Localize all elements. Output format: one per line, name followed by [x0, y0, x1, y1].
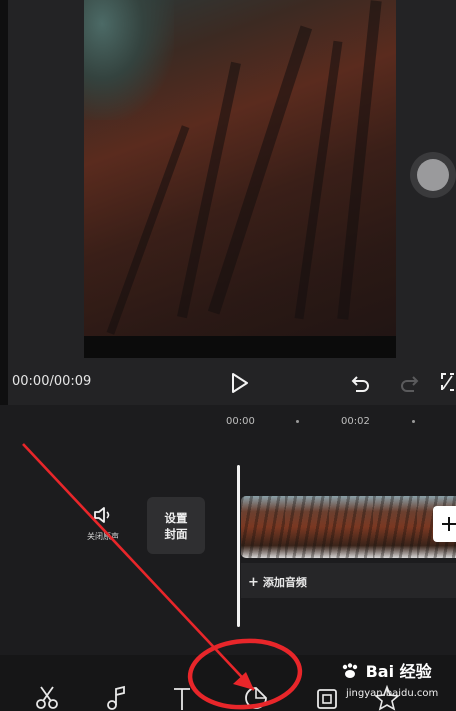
watermark-logo-text: Bai 经验 — [365, 662, 432, 681]
add-clip-button[interactable] — [433, 504, 456, 544]
music-note-icon[interactable] — [104, 684, 128, 711]
mute-original-sound-button[interactable]: 关闭原声 — [80, 505, 126, 542]
plus-icon: + — [248, 575, 259, 590]
watermark-logo: Bai 经验 — [340, 658, 432, 682]
mute-label: 关闭原声 — [87, 532, 119, 541]
sticker-icon[interactable] — [243, 684, 269, 711]
watermark-url: jingyan.baidu.com — [346, 688, 439, 699]
ruler-dot — [296, 420, 299, 423]
video-tree-trunk — [294, 40, 343, 320]
text-icon[interactable] — [172, 684, 192, 711]
baidu-jingyan-watermark: Bai 经验 jingyan.baidu.com — [340, 658, 440, 706]
video-tree-trunk — [337, 0, 382, 320]
playhead[interactable] — [237, 465, 240, 627]
set-cover-label: 设置封面 — [164, 510, 188, 541]
play-icon[interactable] — [228, 371, 250, 395]
floating-assistive-button[interactable] — [410, 152, 456, 198]
plus-icon-v — [448, 517, 450, 531]
clip-thumbnail — [329, 496, 373, 558]
video-clip-track[interactable] — [241, 496, 456, 558]
ruler-label: 00:00 — [226, 416, 255, 427]
redo-icon[interactable] — [398, 372, 420, 394]
filter-icon[interactable] — [316, 684, 338, 711]
scissors-icon[interactable] — [34, 684, 60, 711]
video-black-band — [84, 336, 396, 358]
clip-thumbnail — [285, 496, 329, 558]
video-tree-trunk — [207, 25, 313, 315]
set-cover-button[interactable]: 设置封面 — [147, 497, 205, 554]
baidu-paw-icon — [342, 663, 358, 678]
left-frame — [0, 0, 8, 405]
ruler-dot — [412, 420, 415, 423]
add-audio-button[interactable]: + 添加音频 — [248, 574, 307, 590]
playback-time: 00:00/00:09 — [12, 374, 92, 389]
undo-icon[interactable] — [350, 372, 372, 394]
clip-thumbnail — [241, 496, 285, 558]
floating-button-dot — [417, 159, 449, 191]
video-sky-region — [84, 0, 174, 120]
speaker-icon — [94, 507, 110, 523]
clip-thumbnail — [373, 496, 417, 558]
video-preview — [84, 0, 396, 358]
fullscreen-icon[interactable] — [440, 371, 456, 393]
add-audio-label: 添加音频 — [262, 576, 307, 589]
video-tree-trunk — [106, 125, 190, 335]
ruler-label: 00:02 — [341, 416, 370, 427]
video-tree-trunk — [177, 61, 241, 319]
